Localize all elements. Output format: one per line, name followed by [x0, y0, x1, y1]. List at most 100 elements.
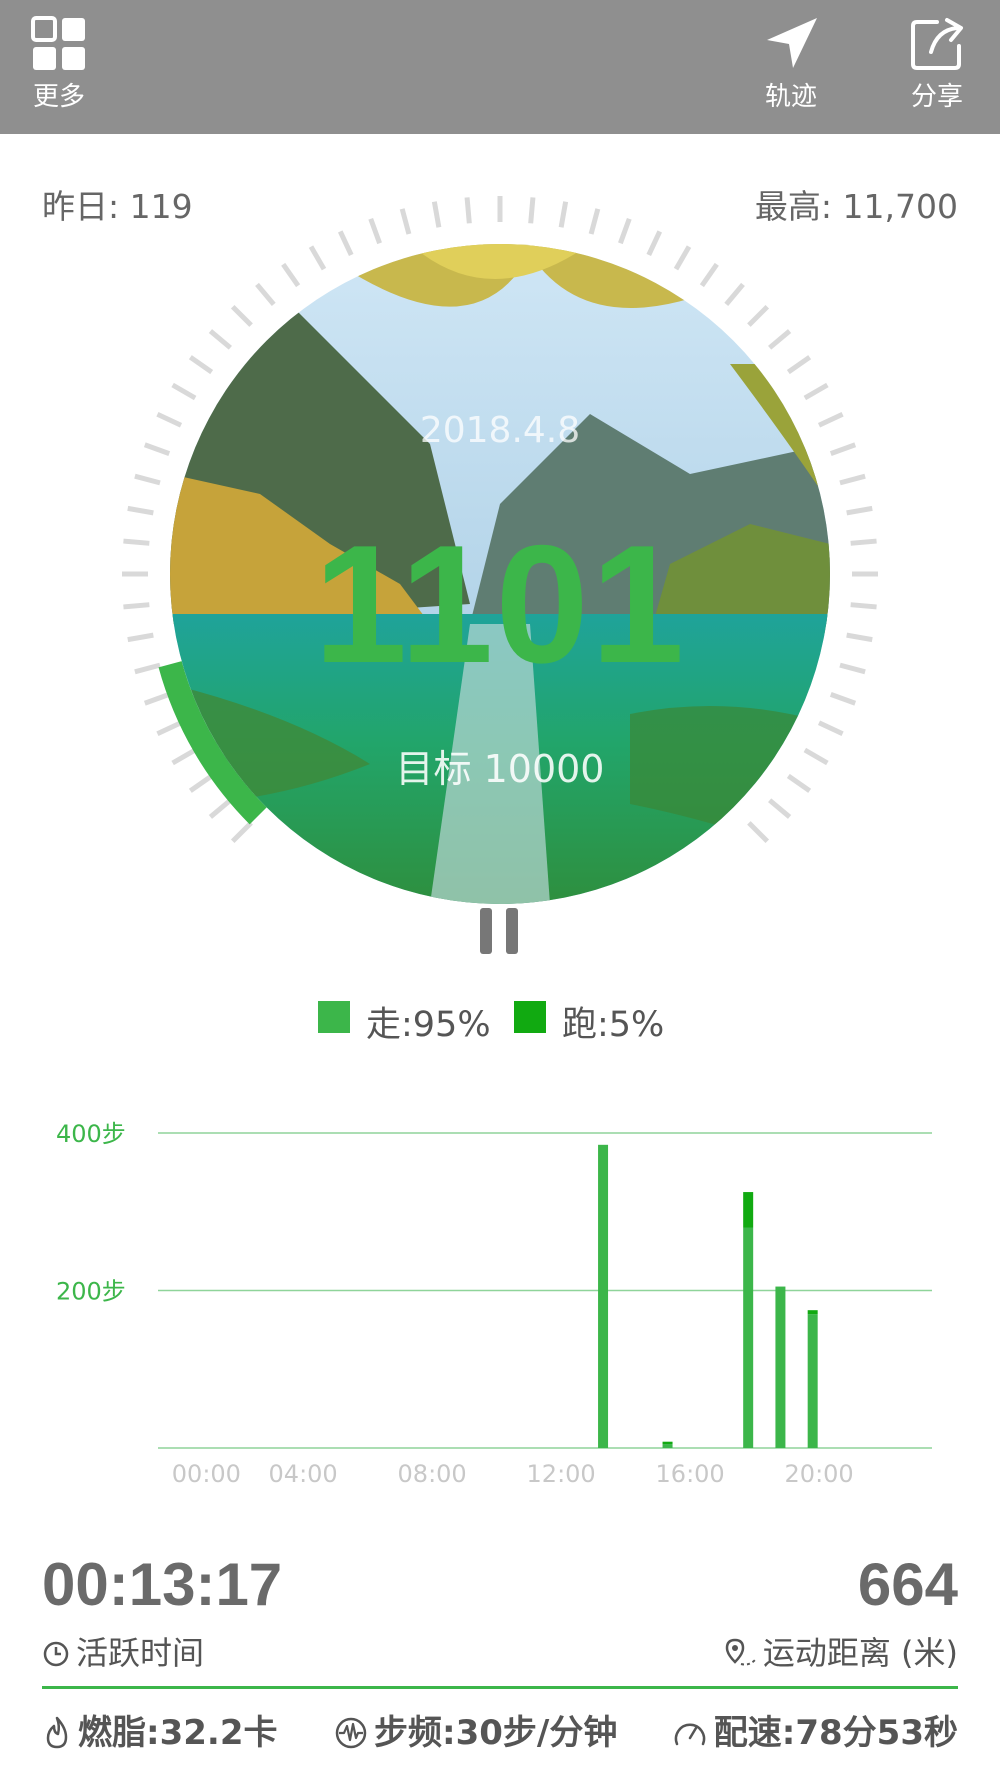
walk-swatch	[318, 1001, 350, 1033]
cadence-metric: 步频:30步/分钟	[334, 1705, 617, 1754]
dial-tick	[281, 262, 301, 288]
dial-tick	[846, 632, 873, 643]
dial-tick	[134, 662, 161, 675]
run-bar	[807, 1310, 818, 1315]
pace-metric: 配速:78分53秒	[672, 1705, 958, 1754]
step-count: 1101	[313, 510, 687, 698]
walk-bar	[807, 1314, 818, 1448]
distance-label: 运动距离 (米)	[762, 1634, 958, 1672]
dial-tick	[127, 632, 154, 643]
walk-bar	[775, 1286, 786, 1448]
dial-tick	[724, 282, 745, 306]
date-label: 2018.4.8	[419, 410, 581, 451]
dial-tick	[817, 720, 844, 737]
dial-tick	[230, 821, 253, 844]
share-label: 分享	[910, 82, 963, 112]
flame-icon	[46, 1716, 68, 1749]
active-time-label: 活跃时间	[76, 1634, 205, 1672]
cadence-text: 步频:30步/分钟	[374, 1713, 618, 1753]
dial-tick	[464, 197, 472, 224]
dial-tick	[673, 245, 692, 271]
dial-tick	[308, 245, 327, 271]
chart-legend: 走:95% 跑:5%	[0, 996, 1000, 1045]
dial-tick	[208, 329, 232, 350]
top-bar: 更多 轨迹 分享	[0, 0, 1000, 134]
x-tick-label: 00:00	[172, 1460, 241, 1488]
dial-tick	[839, 473, 866, 486]
dial-tick	[803, 382, 829, 401]
walk-legend: 走:95%	[366, 1005, 491, 1045]
dial-tick	[768, 798, 792, 819]
dial-tick	[846, 505, 873, 516]
dial-tick	[768, 329, 792, 350]
dial-tick	[588, 208, 601, 235]
dial-tick	[699, 262, 719, 288]
dial-tick	[171, 382, 197, 401]
location-pin-icon	[725, 1638, 756, 1666]
dial-tick	[786, 355, 812, 375]
more-label: 更多	[32, 82, 85, 112]
x-tick-label: 08:00	[398, 1460, 467, 1488]
dial-tick	[646, 230, 663, 257]
walk-bar	[743, 1227, 754, 1448]
run-bar	[662, 1441, 673, 1445]
pulse-icon	[335, 1717, 367, 1749]
y-tick-label: 200步	[56, 1278, 126, 1306]
run-legend: 跑:5%	[562, 1005, 665, 1045]
track-button[interactable]: 轨迹	[736, 14, 846, 113]
dial-tick	[143, 442, 171, 456]
share-button[interactable]: 分享	[882, 14, 992, 113]
dial-tick	[528, 197, 536, 224]
dial-tick	[127, 505, 154, 516]
dial-tick	[255, 282, 276, 306]
dial-tick	[208, 798, 232, 819]
run-bar	[743, 1192, 754, 1228]
dial-tick	[156, 720, 183, 737]
walk-bar	[662, 1444, 673, 1448]
x-tick-label: 12:00	[527, 1460, 596, 1488]
distance-label-row: 运动距离 (米)	[725, 1628, 958, 1674]
active-time-value: 00:13:17	[42, 1551, 283, 1618]
walk-bar	[598, 1144, 609, 1448]
dial-tick	[230, 304, 253, 327]
dial-tick	[618, 217, 632, 245]
dial-tick	[337, 230, 354, 257]
x-tick-label: 04:00	[269, 1460, 338, 1488]
step-goal: 目标 10000	[395, 747, 605, 791]
dial-tick	[134, 473, 161, 486]
hourly-steps-chart: 200步 400步 00:00 04:00 08:00 12:00 16:00 20:00	[56, 1120, 932, 1488]
distance-value: 664	[857, 1551, 958, 1618]
track-label: 轨迹	[764, 82, 817, 112]
run-swatch	[514, 1001, 546, 1033]
pace-text: 配速:78分53秒	[713, 1713, 958, 1753]
pause-icon[interactable]	[478, 908, 522, 956]
dial-tick	[123, 602, 150, 610]
x-tick-label: 16:00	[656, 1460, 725, 1488]
speedometer-icon	[674, 1723, 705, 1746]
dial-tick	[143, 692, 171, 706]
dial-tick	[747, 304, 770, 327]
active-time-label-row: 活跃时间	[42, 1628, 204, 1674]
dial-tick	[829, 692, 857, 706]
dial-tick	[747, 821, 770, 844]
dial-tick	[829, 442, 857, 456]
more-button[interactable]: 更多	[4, 14, 114, 113]
dial-tick	[850, 538, 877, 546]
dial-tick	[850, 602, 877, 610]
dial-tick	[558, 201, 569, 228]
share-icon	[911, 18, 963, 70]
dial-tick	[123, 538, 150, 546]
dial-tick	[431, 201, 442, 228]
fat-burn-text: 燃脂:32.2卡	[78, 1713, 278, 1753]
dial-tick	[368, 217, 382, 245]
grid-icon	[31, 16, 85, 70]
fat-burn-metric: 燃脂:32.2卡	[42, 1705, 277, 1754]
dial-tick	[399, 208, 412, 235]
dial-tick	[188, 355, 214, 375]
divider	[42, 1686, 958, 1689]
y-tick-label: 400步	[56, 1120, 126, 1148]
x-tick-label: 20:00	[785, 1460, 854, 1488]
dial-tick	[839, 662, 866, 675]
navigation-arrow-icon	[767, 18, 817, 68]
clock-icon	[43, 1641, 69, 1667]
